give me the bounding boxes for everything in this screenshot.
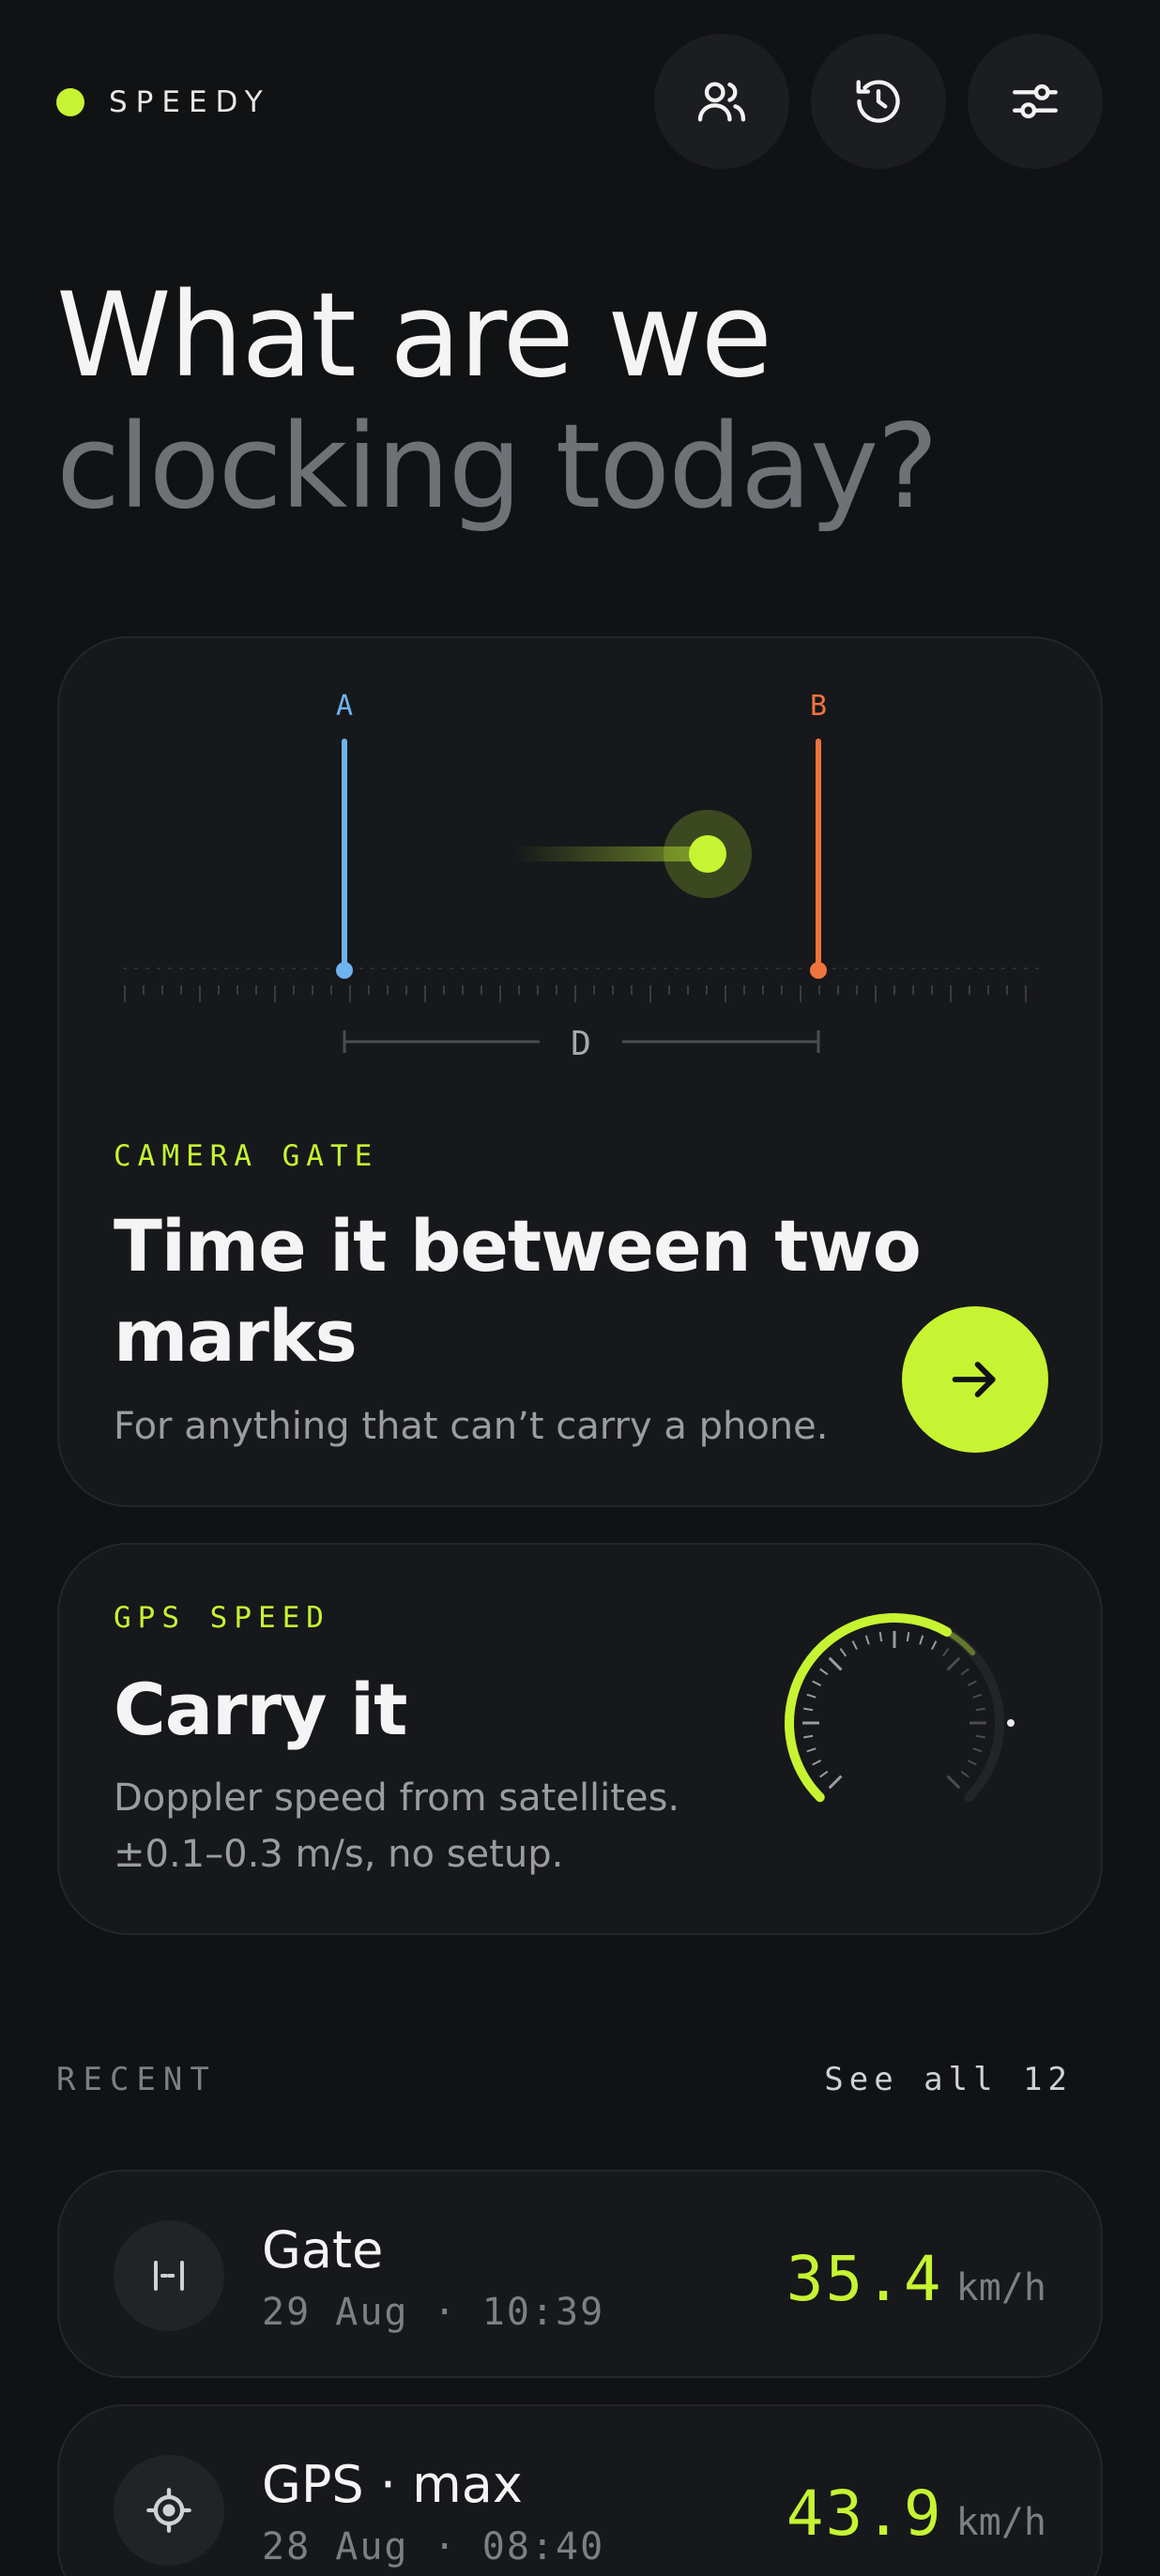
crosshair-icon (146, 2488, 191, 2533)
users-icon (697, 82, 746, 122)
recent-item-time: 28 Aug · 08:40 (262, 2525, 605, 2568)
recent-item-unit: km/h (955, 2266, 1046, 2309)
brand-name: SPEEDY (109, 85, 271, 119)
recent-item-title: GPS · max (262, 2455, 523, 2514)
gate-icon (154, 2261, 184, 2291)
moving-object (689, 835, 726, 873)
mark-a-label: A (336, 690, 353, 723)
row-icon-badge (114, 2220, 224, 2331)
camera-gate-card[interactable]: A B D CAMERA GATE Time it between two ma… (57, 636, 1103, 1507)
recent-item-time: 29 Aug · 10:39 (262, 2291, 605, 2334)
gps-eyebrow: GPS SPEED (114, 1601, 330, 1635)
history-icon (856, 80, 900, 123)
distance-label: D (571, 1025, 591, 1063)
recent-item-value: 43.9 (786, 2477, 943, 2550)
mark-b-dot (810, 962, 827, 979)
headline-line-2: clocking today? (56, 400, 939, 535)
page-headline: What are we clocking today? (56, 268, 939, 535)
recent-item[interactable]: Gate 29 Aug · 10:39 35.4 km/h (57, 2170, 1103, 2378)
gauge-dial (785, 1613, 1015, 1803)
headline-line-1: What are we (56, 268, 772, 404)
see-all-link[interactable]: See all 12 (824, 2061, 1073, 2098)
gps-description-line-1: Doppler speed from satellites. (114, 1776, 680, 1820)
mark-b-label: B (810, 690, 827, 723)
gate-eyebrow: CAMERA GATE (114, 1139, 379, 1173)
start-gate-button[interactable] (902, 1306, 1048, 1453)
settings-button[interactable] (968, 34, 1103, 169)
recent-item-unit: km/h (955, 2501, 1046, 2544)
speedometer-gauge (785, 1613, 1015, 1803)
gate-title: Time it between two marks (114, 1201, 922, 1381)
mark-a-dot (336, 962, 353, 979)
gate-title-line-1: Time it between two (114, 1204, 922, 1288)
friends-button[interactable] (654, 34, 789, 169)
recent-item[interactable]: GPS · max 28 Aug · 08:40 43.9 km/h (57, 2404, 1103, 2576)
recent-item-speed: 43.9 km/h (786, 2477, 1046, 2550)
recent-item-title: Gate (262, 2220, 384, 2279)
recent-item-value: 35.4 (786, 2243, 943, 2315)
recent-item-speed: 35.4 km/h (786, 2243, 1046, 2315)
gps-speed-card[interactable]: GPS SPEED Carry it Doppler speed from sa… (57, 1543, 1103, 1935)
gps-title: Carry it (114, 1668, 407, 1751)
recent-label: RECENT (56, 2061, 217, 2098)
gate-description: For anything that can’t carry a phone. (114, 1405, 829, 1448)
ruler (123, 968, 1041, 1002)
arrow-right-icon (952, 1362, 996, 1397)
gps-description-line-2: ±0.1–0.3 m/s, no setup. (114, 1833, 564, 1876)
gate-title-line-2: marks (114, 1294, 358, 1378)
history-button[interactable] (811, 34, 946, 169)
brand: SPEEDY (56, 83, 271, 122)
sliders-icon (1013, 84, 1058, 119)
gps-description: Doppler speed from satellites. ±0.1–0.3 … (114, 1770, 679, 1882)
brand-dot (56, 88, 84, 116)
row-icon-badge (114, 2455, 224, 2566)
gate-illustration: A B D (123, 690, 1041, 1063)
